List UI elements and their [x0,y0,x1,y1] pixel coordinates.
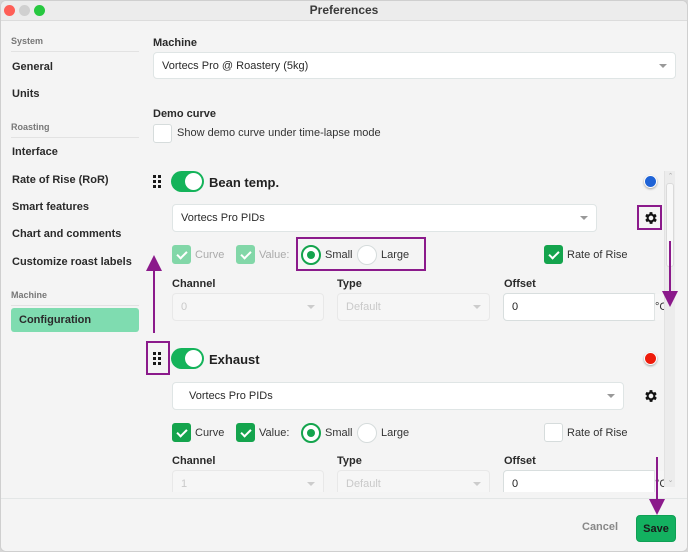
machine-label: Machine [153,37,198,49]
sidebar-section-system: System [11,36,139,52]
close-window-button[interactable] [4,5,15,16]
bean-temp-value-checkbox[interactable] [236,245,255,264]
exhaust-type-label: Type [337,455,362,467]
scrollbar[interactable]: ⌃ ⌄ [664,171,675,487]
bean-temp-size-small-label: Small [325,249,353,261]
preferences-window: Preferences System General Units Roastin… [0,0,688,552]
scrollbar-thumb[interactable] [666,183,674,267]
bean-temp-ror-checkbox[interactable] [544,245,563,264]
exhaust-type-value: Default [346,478,381,490]
demo-curve-checkbox[interactable] [153,124,172,143]
bean-temp-type-select[interactable]: Default [337,293,490,321]
exhaust-curve-label: Curve [195,427,225,439]
bean-temp-curve-label: Curve [195,249,225,261]
exhaust-value-checkbox[interactable] [236,423,255,442]
sidebar-item-chart-and-comments[interactable]: Chart and comments [11,222,139,246]
exhaust-size-large-radio[interactable] [357,423,377,443]
exhaust-toggle[interactable] [171,348,204,369]
sidebar-item-configuration[interactable]: Configuration [11,308,139,332]
exhaust-offset-input[interactable] [504,471,654,492]
demo-curve-label: Demo curve [153,108,216,120]
title-bar: Preferences [1,1,687,21]
exhaust-size-large-label: Large [381,427,410,439]
chevron-down-icon [473,305,481,309]
bean-temp-type-value: Default [346,301,381,313]
exhaust-value-label: Value: [259,427,290,439]
scroll-down-arrow-icon[interactable]: ⌄ [666,477,675,485]
bean-temp-size-large-label: Large [381,249,410,261]
exhaust-source-value: Vortecs Pro PIDs [189,390,273,402]
chevron-down-icon [659,64,667,68]
machine-select[interactable]: Vortecs Pro @ Roastery (5kg) [153,52,676,79]
sidebar-item-interface[interactable]: Interface [11,140,139,164]
chevron-down-icon [473,482,481,486]
exhaust-size-small-label: Small [325,427,353,439]
sidebar-section-machine: Machine [11,290,139,306]
bean-temp-size-large-radio[interactable] [357,245,377,265]
bean-temp-ror-label: Rate of Rise [567,249,628,261]
exhaust-settings-gear-icon[interactable] [643,388,659,404]
save-button[interactable]: Save [636,515,676,542]
bean-temp-offset-input[interactable] [504,294,654,320]
bean-temp-offset-field: °C [503,293,668,321]
exhaust-color-picker[interactable] [644,352,657,365]
exhaust-channel-value: 1 [181,478,188,490]
exhaust-channel-label: Channel [172,455,216,467]
exhaust-offset-field: °C [503,470,668,492]
bean-temp-offset-label: Offset [504,278,536,290]
bean-temp-type-label: Type [337,278,362,290]
sidebar-item-units[interactable]: Units [11,82,139,106]
demo-curve-checkbox-label: Show demo curve under time-lapse mode [177,127,381,139]
exhaust-ror-checkbox[interactable] [544,423,563,442]
sidebar-item-general[interactable]: General [11,55,139,79]
bean-temp-curve-checkbox[interactable] [172,245,191,264]
exhaust-curve-checkbox[interactable] [172,423,191,442]
drag-handle-icon[interactable] [153,352,162,365]
sidebar-item-smart-features[interactable]: Smart features [11,195,139,219]
maximize-window-button[interactable] [34,5,45,16]
footer: Cancel Save [1,498,687,551]
minimize-window-button[interactable] [19,5,30,16]
window-title: Preferences [309,3,379,17]
chevron-down-icon [307,305,315,309]
chevron-down-icon [580,216,588,220]
machine-select-value: Vortecs Pro @ Roastery (5kg) [162,60,309,72]
chevron-down-icon [307,482,315,486]
chevron-down-icon [607,394,615,398]
bean-temp-channel-value: 0 [181,301,188,313]
bean-temp-channel-select[interactable]: 0 [172,293,324,321]
drag-handle-icon[interactable] [153,175,162,188]
exhaust-offset-label: Offset [504,455,536,467]
exhaust-source-select[interactable]: Vortecs Pro PIDs [172,382,624,410]
exhaust-ror-label: Rate of Rise [567,427,628,439]
exhaust-title: Exhaust [209,352,260,367]
exhaust-size-small-radio[interactable] [301,423,321,443]
sidebar: System General Units Roasting Interface … [1,22,141,492]
exhaust-type-select[interactable]: Default [337,470,490,492]
bean-temp-title: Bean temp. [209,175,280,190]
sidebar-item-rate-of-rise[interactable]: Rate of Rise (RoR) [11,168,139,192]
bean-temp-settings-gear-icon[interactable] [643,210,659,226]
sidebar-section-roasting: Roasting [11,122,139,138]
configuration-panel: Machine Vortecs Pro @ Roastery (5kg) Dem… [141,22,687,492]
bean-temp-channel-label: Channel [172,278,216,290]
bean-temp-color-picker[interactable] [644,175,657,188]
bean-temp-source-select[interactable]: Vortecs Pro PIDs [172,204,597,232]
bean-temp-value-label: Value: [259,249,290,261]
bean-temp-size-small-radio[interactable] [301,245,321,265]
bean-temp-toggle[interactable] [171,171,204,192]
cancel-button[interactable]: Cancel [582,521,618,533]
bean-temp-source-value: Vortecs Pro PIDs [181,212,265,224]
sidebar-item-customize-roast-labels[interactable]: Customize roast labels [11,250,139,274]
exhaust-channel-select[interactable]: 1 [172,470,324,492]
scroll-up-arrow-icon[interactable]: ⌃ [666,173,675,181]
